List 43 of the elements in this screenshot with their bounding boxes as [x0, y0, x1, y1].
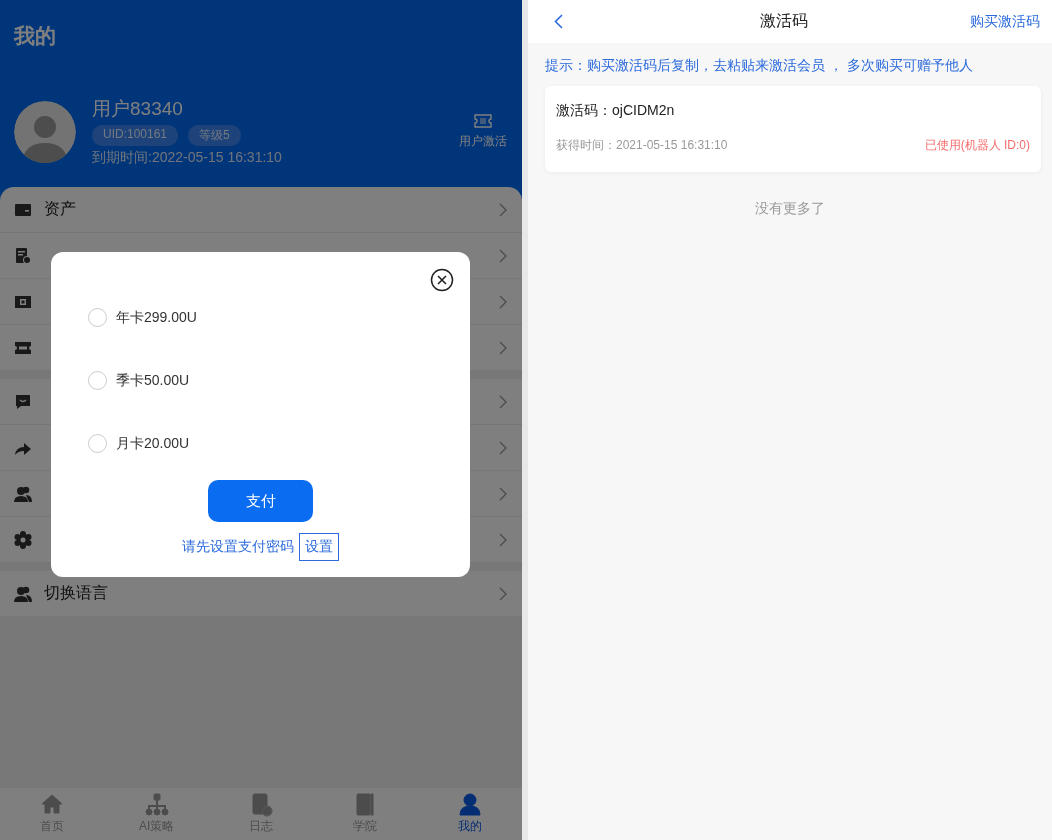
gear-icon [14, 530, 32, 549]
user-badge: UID:100161 [92, 125, 179, 146]
activation-code: 激活码：ojCIDM2n [556, 102, 676, 120]
usage-status: 已使用(机器人 ID:0) [924, 137, 1030, 154]
activate-button[interactable]: 用户激活 [459, 113, 507, 150]
page-title: 我的 [14, 23, 57, 49]
home-icon [40, 793, 65, 817]
chevron-icon [498, 486, 508, 501]
tip-text: 提示：购买激活码后复制，去粘贴来激活会员 ， 多次购买可赠予他人 [544, 56, 974, 75]
hint-text: 请先设置支付密码 [182, 538, 294, 556]
close-icon[interactable] [430, 268, 454, 292]
user-badge: 等级5 [188, 125, 241, 146]
obtained-time: 获得时间：2021-05-15 16:31:10 [556, 137, 728, 154]
chat-icon [14, 392, 32, 411]
chevron-icon [498, 248, 508, 263]
menu-row[interactable]: 资产 [0, 187, 522, 233]
document-icon [14, 246, 32, 265]
back-icon[interactable] [554, 14, 563, 29]
expiry-date: 到期时间:2022-05-15 16:31:10 [92, 149, 283, 167]
users-icon [14, 584, 32, 603]
document-icon [249, 793, 273, 817]
set-button[interactable]: 设置 [299, 533, 339, 561]
end-note: 没有更多了 [754, 200, 826, 218]
plan-option[interactable]: 月卡20.00U [88, 412, 190, 475]
users-icon [14, 484, 32, 503]
hierarchy-icon [144, 793, 169, 817]
user-icon [457, 793, 482, 817]
nav-tab[interactable]: 我的 [417, 788, 522, 840]
ticket-icon [473, 113, 493, 129]
chevron-icon [498, 394, 508, 409]
buy-link[interactable]: 购买激活码 [950, 12, 1040, 31]
page-title: 激活码 [759, 11, 809, 31]
chevron-icon [498, 586, 508, 601]
chevron-icon [498, 532, 508, 547]
plan-option[interactable]: 季卡50.00U [88, 349, 190, 412]
chevron-icon [498, 440, 508, 455]
user-name: 用户83340 [92, 97, 184, 121]
avatar [14, 100, 76, 163]
plan-option[interactable]: 年卡299.00U [88, 286, 197, 349]
chevron-icon [498, 294, 508, 309]
chevron-icon [498, 202, 508, 217]
chevron-icon [498, 340, 508, 355]
pay-button[interactable]: 支付 [208, 480, 313, 522]
